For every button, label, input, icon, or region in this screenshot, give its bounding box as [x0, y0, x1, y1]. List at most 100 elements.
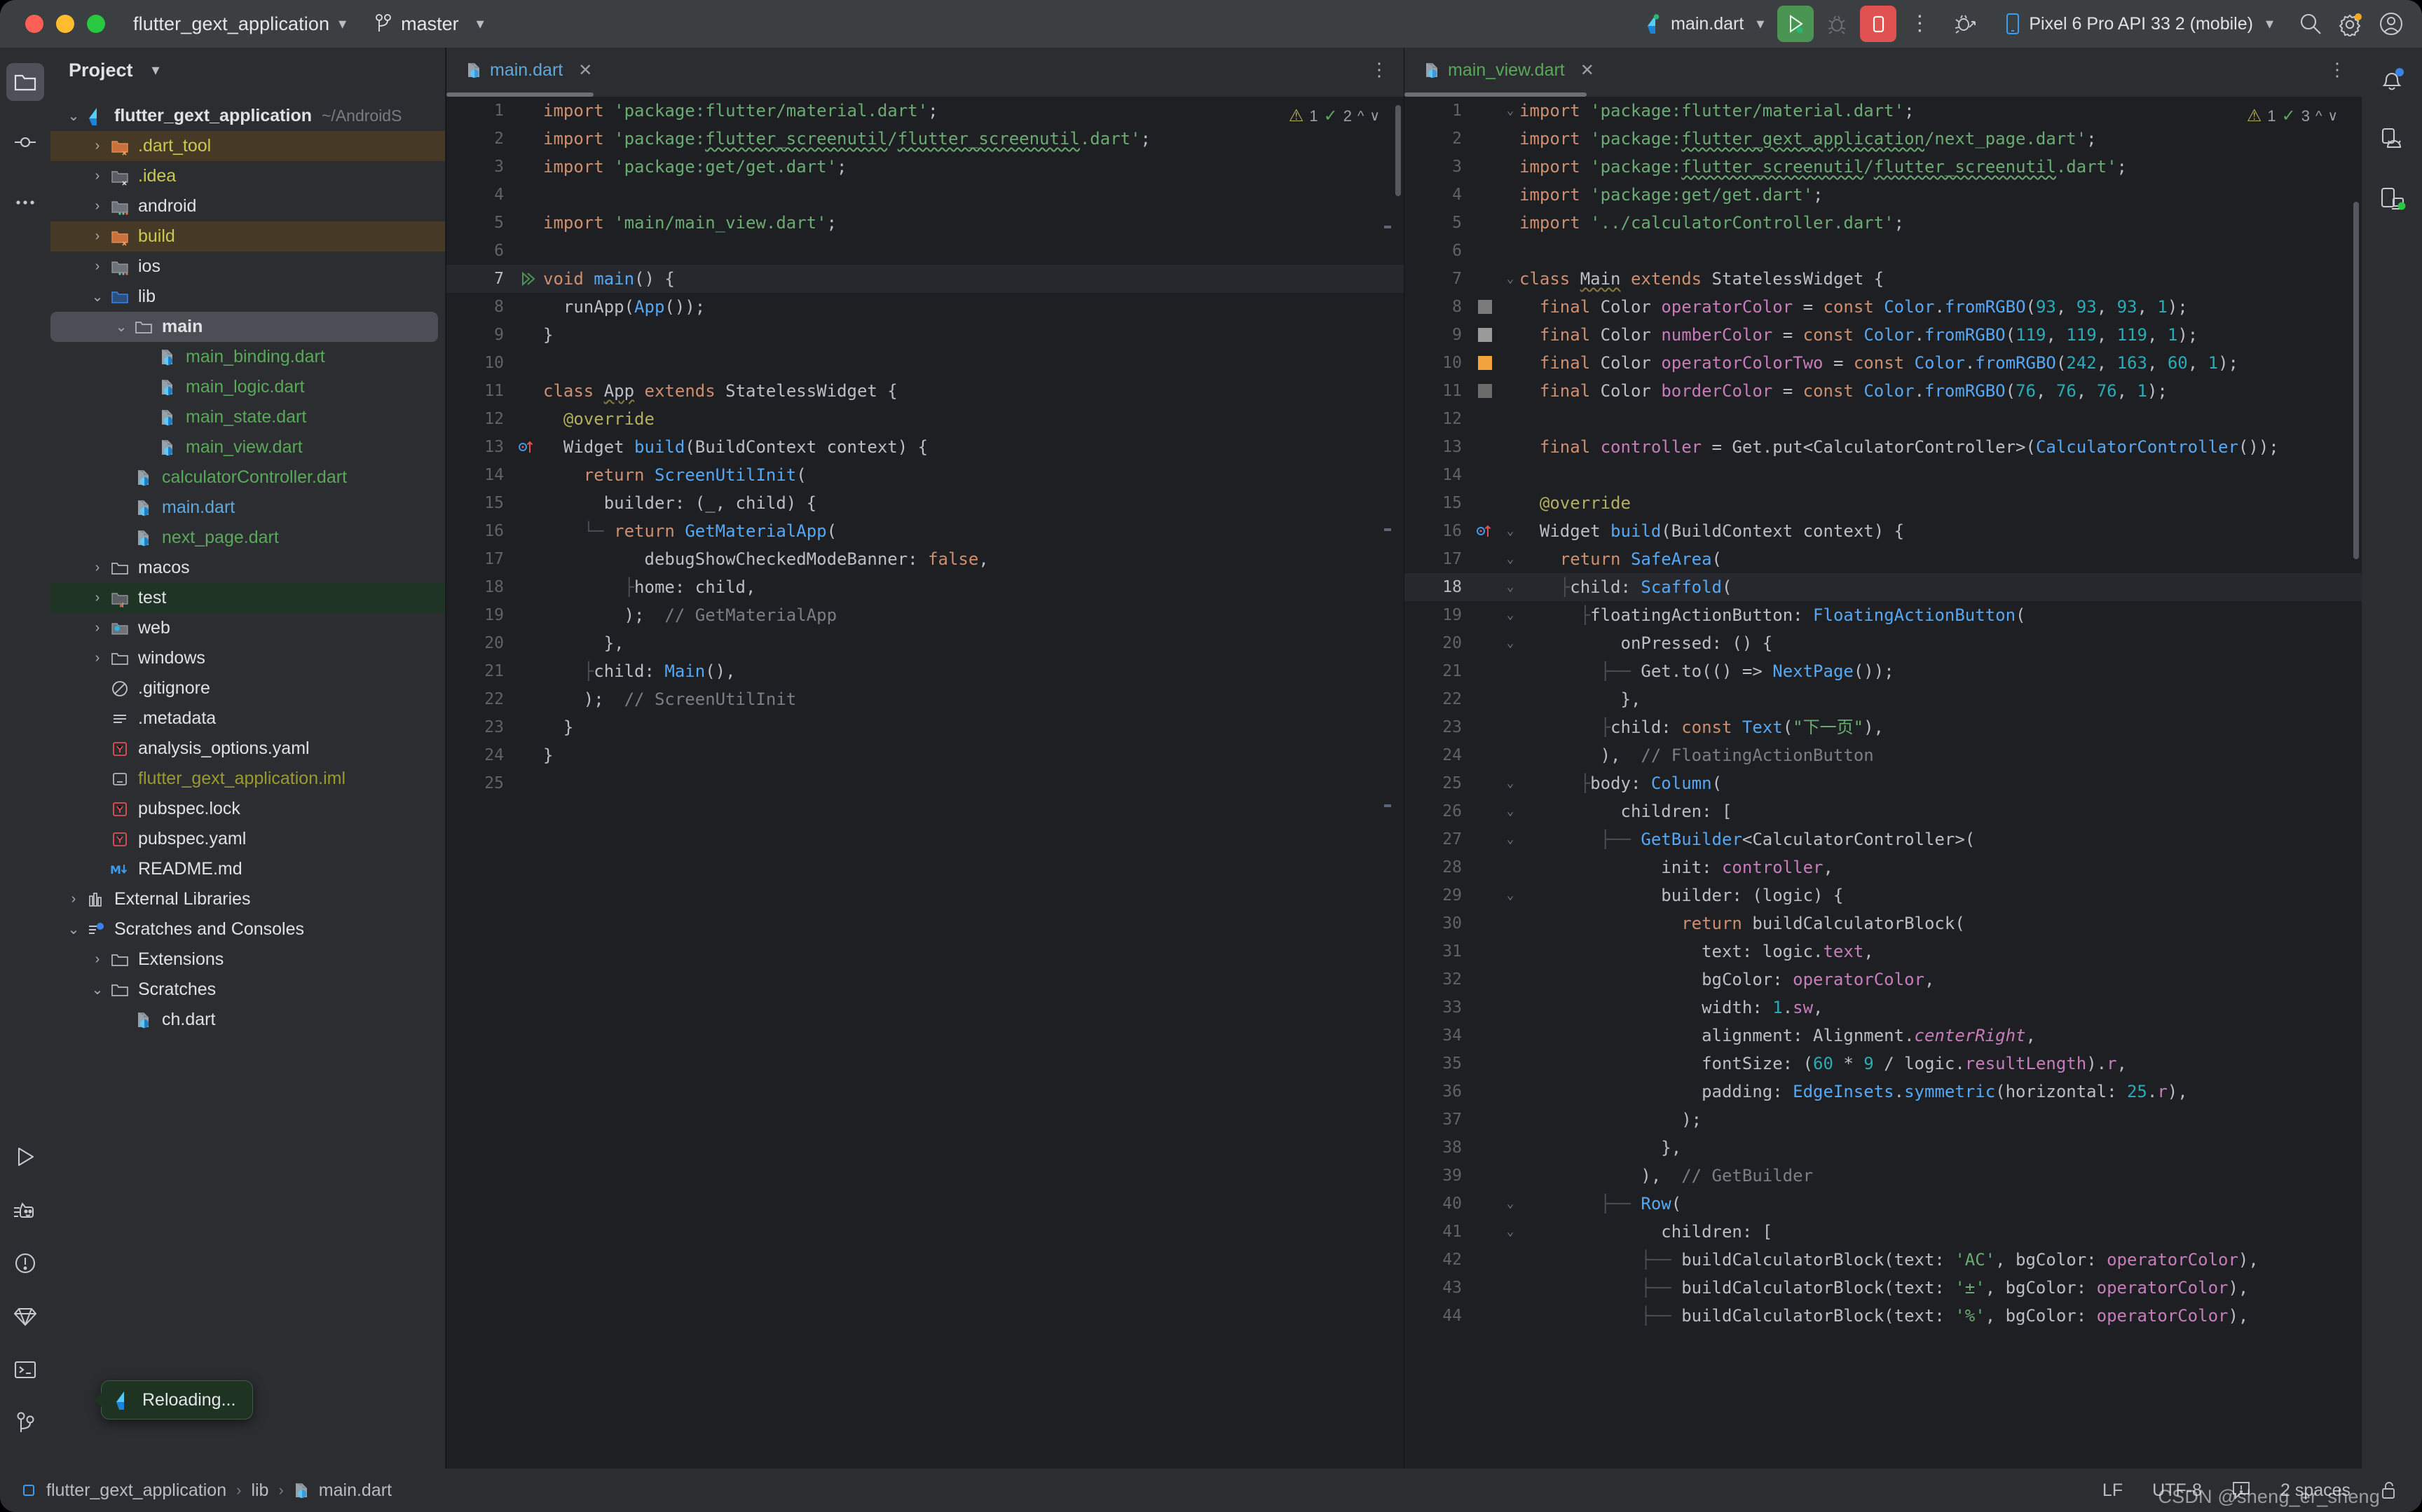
- flutter-inspector-button[interactable]: [6, 1191, 44, 1229]
- code-line[interactable]: 2import 'package:flutter_gext_applicatio…: [1404, 125, 2362, 153]
- code-line[interactable]: 6: [1404, 237, 2362, 265]
- project-name-label[interactable]: flutter_gext_application: [133, 13, 329, 35]
- lock-icon[interactable]: [2380, 1480, 2398, 1500]
- next-problem-icon[interactable]: ∨: [2327, 102, 2338, 130]
- code-line[interactable]: 10: [446, 349, 1404, 377]
- code-line[interactable]: 24}: [446, 741, 1404, 769]
- code-line[interactable]: 5import '../calculatorController.dart';: [1404, 209, 2362, 237]
- tree-item-main-state-dart[interactable]: main_state.dart: [50, 402, 445, 432]
- code-line[interactable]: 3import 'package:get/get.dart';: [446, 153, 1404, 181]
- chevron-right-icon[interactable]: ›: [87, 259, 108, 275]
- prev-problem-icon[interactable]: ^: [2315, 102, 2322, 130]
- code-line[interactable]: 32 bgColor: operatorColor,: [1404, 965, 2362, 994]
- device-manager-button[interactable]: [2378, 126, 2406, 156]
- tab-main-view-dart[interactable]: main_view.dart ✕: [1420, 48, 1599, 92]
- tree-item-readme-md[interactable]: MREADME.md: [50, 854, 445, 884]
- code-line[interactable]: 40⌄ ├── Row(: [1404, 1190, 2362, 1218]
- tree-item-main[interactable]: ⌄main: [50, 312, 438, 342]
- chevron-right-icon[interactable]: ›: [87, 168, 108, 184]
- tree-item-ios[interactable]: ›ios: [50, 252, 445, 282]
- stop-button[interactable]: [1860, 6, 1896, 42]
- code-line[interactable]: 26⌄ children: [: [1404, 797, 2362, 825]
- code-line[interactable]: 23 ├child: const Text("下一页"),: [1404, 713, 2362, 741]
- chevron-right-icon[interactable]: ›: [87, 560, 108, 576]
- fold-chevron-down-icon[interactable]: ⌄: [1501, 1218, 1519, 1246]
- code-line[interactable]: 19 ); // GetMaterialApp: [446, 601, 1404, 629]
- tree-item-build[interactable]: ›build: [50, 221, 445, 252]
- fold-chevron-down-icon[interactable]: ⌄: [1501, 797, 1519, 825]
- code-line[interactable]: 41⌄ children: [: [1404, 1218, 2362, 1246]
- project-view-chevron-down-icon[interactable]: ▾: [152, 61, 160, 79]
- minimize-window-button[interactable]: [56, 15, 74, 33]
- tree-item-extensions[interactable]: ›Extensions: [50, 944, 445, 975]
- breadcrumb-item-1[interactable]: lib: [251, 1480, 268, 1501]
- code-line[interactable]: 36 padding: EdgeInsets.symmetric(horizon…: [1404, 1078, 2362, 1106]
- chevron-down-icon[interactable]: ⌄: [63, 921, 84, 938]
- tree-item-scratches-and-consoles[interactable]: ⌄Scratches and Consoles: [50, 914, 445, 944]
- code-line[interactable]: 12 @override: [446, 405, 1404, 433]
- project-tool-button[interactable]: [6, 63, 44, 101]
- editor-right-vscrollbar[interactable]: [2353, 202, 2359, 559]
- code-line[interactable]: 23 }: [446, 713, 1404, 741]
- run-configuration-selector[interactable]: main.dart ▾: [1637, 8, 1772, 40]
- fold-chevron-down-icon[interactable]: ⌄: [1501, 265, 1519, 293]
- chevron-right-icon[interactable]: ›: [87, 650, 108, 666]
- run-config-chevron-down-icon[interactable]: ▾: [1756, 15, 1764, 33]
- code-line[interactable]: 13 final controller = Get.put<Calculator…: [1404, 433, 2362, 461]
- indent-label[interactable]: 2 spaces: [2280, 1480, 2351, 1501]
- running-devices-button[interactable]: [2378, 186, 2406, 216]
- tree-item-external-libraries[interactable]: ›External Libraries: [50, 884, 445, 914]
- line-separator-label[interactable]: LF: [2102, 1480, 2123, 1501]
- commit-tool-button[interactable]: [6, 123, 44, 161]
- code-line[interactable]: 15 builder: (_, child) {: [446, 489, 1404, 517]
- tree-item-next-page-dart[interactable]: next_page.dart: [50, 523, 445, 553]
- tree-item-web[interactable]: ›web: [50, 613, 445, 643]
- tree-item-pubspec-lock[interactable]: pubspec.lock: [50, 794, 445, 824]
- chevron-down-icon[interactable]: ⌄: [87, 981, 108, 998]
- code-line[interactable]: 21 ├child: Main(),: [446, 657, 1404, 685]
- encoding-label[interactable]: UTF-8: [2152, 1480, 2202, 1501]
- code-line[interactable]: 44 ├── buildCalculatorBlock(text: '%', b…: [1404, 1302, 2362, 1330]
- code-line[interactable]: 21 ├── Get.to(() => NextPage());: [1404, 657, 2362, 685]
- code-line[interactable]: 19⌄ ├floatingActionButton: FloatingActio…: [1404, 601, 2362, 629]
- tree-item-pubspec-yaml[interactable]: pubspec.yaml: [50, 824, 445, 854]
- code-line[interactable]: 14 return ScreenUtilInit(: [446, 461, 1404, 489]
- inspection-widget-left[interactable]: ⚠ 1 ✓ 2 ^ ∨: [1289, 102, 1380, 130]
- fold-chevron-down-icon[interactable]: ⌄: [1501, 629, 1519, 657]
- debug-button[interactable]: [1819, 6, 1855, 42]
- avatar[interactable]: [2379, 11, 2404, 36]
- code-line[interactable]: 20⌄ onPressed: () {: [1404, 629, 2362, 657]
- tree-item--gitignore[interactable]: .gitignore: [50, 673, 445, 703]
- code-line[interactable]: 33 width: 1.sw,: [1404, 994, 2362, 1022]
- code-line[interactable]: 8 runApp(App());: [446, 293, 1404, 321]
- code-line[interactable]: 7⌄class Main extends StatelessWidget {: [1404, 265, 2362, 293]
- fold-chevron-down-icon[interactable]: ⌄: [1501, 517, 1519, 545]
- inspection-status-icon[interactable]: [2231, 1480, 2251, 1500]
- code-line[interactable]: 35 fontSize: (60 * 9 / logic.resultLengt…: [1404, 1050, 2362, 1078]
- tab-main-dart[interactable]: main.dart ✕: [462, 48, 596, 92]
- code-line[interactable]: 11class App extends StatelessWidget {: [446, 377, 1404, 405]
- chevron-right-icon[interactable]: ›: [63, 891, 84, 907]
- tree-item--idea[interactable]: ›.idea: [50, 161, 445, 191]
- maximize-window-button[interactable]: [87, 15, 105, 33]
- version-control-button[interactable]: [6, 1404, 44, 1442]
- code-line[interactable]: 14: [1404, 461, 2362, 489]
- device-selector[interactable]: Pixel 6 Pro API 33 2 (mobile) ▾: [1995, 8, 2283, 40]
- close-window-button[interactable]: [25, 15, 43, 33]
- code-line[interactable]: 42 ├── buildCalculatorBlock(text: 'AC', …: [1404, 1246, 2362, 1274]
- code-line[interactable]: 31 text: logic.text,: [1404, 937, 2362, 965]
- chevron-down-icon[interactable]: ⌄: [87, 288, 108, 305]
- tree-item-scratches[interactable]: ⌄Scratches: [50, 975, 445, 1005]
- search-icon[interactable]: [2299, 12, 2322, 36]
- inspection-widget-right[interactable]: ⚠ 1 ✓ 3 ^ ∨: [2247, 102, 2338, 130]
- run-tool-button[interactable]: [6, 1138, 44, 1176]
- code-line[interactable]: 34 alignment: Alignment.centerRight,: [1404, 1022, 2362, 1050]
- tree-item-calculatorcontroller-dart[interactable]: calculatorController.dart: [50, 462, 445, 493]
- code-line[interactable]: 11 final Color borderColor = const Color…: [1404, 377, 2362, 405]
- fold-chevron-down-icon[interactable]: ⌄: [1501, 545, 1519, 573]
- code-line[interactable]: 30 return buildCalculatorBlock(: [1404, 909, 2362, 937]
- code-line[interactable]: 1import 'package:flutter/material.dart';: [446, 97, 1404, 125]
- code-line[interactable]: 16 └─ return GetMaterialApp(: [446, 517, 1404, 545]
- run-button[interactable]: [1777, 6, 1814, 42]
- chevron-down-icon[interactable]: ⌄: [111, 318, 132, 336]
